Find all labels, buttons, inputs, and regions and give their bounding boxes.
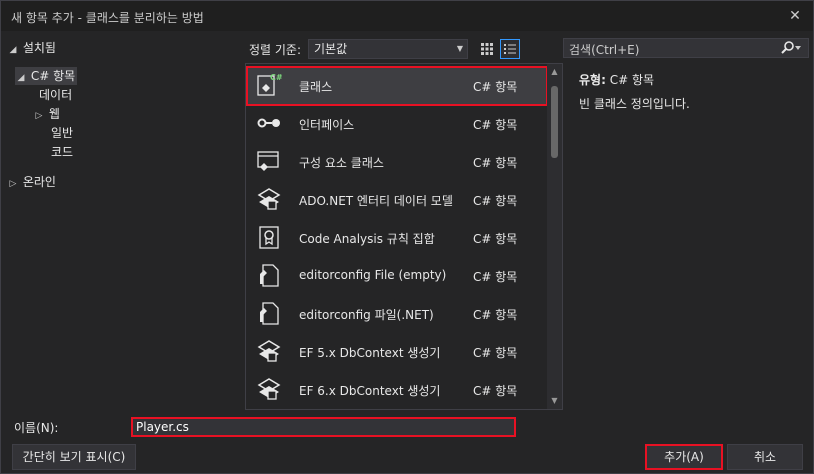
template-type: C# 항목	[473, 308, 518, 322]
list-item[interactable]: editorconfig File (empty) C# 항목	[246, 256, 548, 294]
tree-item-general[interactable]: 일반	[51, 124, 73, 142]
list-item[interactable]: EF 5.x DbContext 생성기 C# 항목	[246, 332, 548, 370]
tree-item-label: 코드	[51, 145, 74, 159]
template-name: editorconfig 파일(.NET)	[299, 308, 434, 322]
dbcontext-icon	[257, 378, 281, 400]
caret-collapsed-icon: ▷	[35, 111, 43, 121]
template-type: C# 항목	[473, 270, 518, 284]
chevron-down-icon: ▼	[456, 44, 463, 53]
name-input[interactable]: Player.cs	[131, 417, 516, 437]
name-label: 이름(N):	[14, 421, 59, 435]
scroll-thumb[interactable]	[551, 86, 558, 158]
details-pane: 유형: C# 항목 빈 클래스 정의입니다.	[564, 63, 812, 410]
template-type: C# 항목	[473, 156, 518, 170]
caret-expanded-icon: ◢	[17, 73, 25, 83]
cancel-button[interactable]: 취소	[727, 444, 803, 470]
close-icon[interactable]: ✕	[785, 6, 805, 26]
template-name: Code Analysis 규칙 집합	[299, 232, 435, 246]
tree-item-label: C# 항목	[30, 69, 76, 83]
category-tree: ◢ 설치됨 ◢ C# 항목 데이터 ▷ 웹 일반 코드 ▷ 온라인	[1, 35, 244, 405]
template-type: C# 항목	[473, 118, 518, 132]
list-view-icon	[504, 44, 516, 54]
template-name: 구성 요소 클래스	[299, 156, 384, 170]
tree-item-data[interactable]: 데이터	[39, 86, 72, 104]
tree-item-csharp[interactable]: ◢ C# 항목	[15, 67, 77, 85]
tree-item-label: 웹	[48, 107, 60, 121]
tree-item-online[interactable]: ▷ 온라인	[7, 173, 56, 191]
template-list: C# 클래스 C# 항목 인터페이스 C# 항목 구성 요소 클래스 C# 항목	[245, 63, 563, 410]
template-type: C# 항목	[473, 232, 518, 246]
search-input[interactable]: 검색(Ctrl+E)	[569, 41, 639, 58]
list-item[interactable]: 구성 요소 클래스 C# 항목	[246, 142, 548, 180]
compact-view-button[interactable]: 간단히 보기 표시(C)	[12, 444, 136, 470]
class-icon: C#	[257, 73, 282, 96]
interface-icon	[257, 118, 280, 128]
template-type: C# 항목	[473, 80, 518, 94]
template-type: C# 항목	[473, 384, 518, 398]
caret-collapsed-icon: ▷	[9, 179, 17, 189]
template-name: editorconfig File (empty)	[299, 268, 447, 282]
detail-description: 빈 클래스 정의입니다.	[579, 97, 690, 111]
add-button[interactable]: 추가(A)	[645, 444, 723, 470]
list-item[interactable]: EF 6.x DbContext 생성기 C# 항목	[246, 370, 548, 408]
list-item[interactable]: 인터페이스 C# 항목	[246, 104, 548, 142]
template-type: C# 항목	[473, 346, 518, 360]
list-scrollbar[interactable]: ▲ ▼	[547, 64, 562, 409]
template-name: EF 6.x DbContext 생성기	[299, 384, 441, 398]
sort-value: 기본값	[314, 42, 348, 56]
add-new-item-dialog: 새 항목 추가 - 클래스를 분리하는 방법 ✕ ◢ 설치됨 ◢ C# 항목 데…	[0, 0, 814, 474]
detail-type: 유형: C# 항목	[579, 71, 654, 88]
template-name: EF 5.x DbContext 생성기	[299, 346, 441, 360]
ruleset-icon	[259, 226, 279, 249]
sort-label: 정렬 기준:	[249, 43, 302, 57]
editorconfig-icon	[260, 302, 279, 325]
list-view-button[interactable]	[500, 39, 520, 59]
detail-type-label: 유형:	[579, 73, 606, 87]
list-item[interactable]: Code Analysis 규칙 집합 C# 항목	[246, 218, 548, 256]
editorconfig-icon	[260, 264, 279, 287]
component-class-icon	[257, 151, 279, 171]
tree-item-code[interactable]: 코드	[51, 143, 73, 161]
dbcontext-icon	[257, 340, 281, 362]
list-item[interactable]: ADO.NET 엔터티 데이터 모델 C# 항목	[246, 180, 548, 218]
template-name: ADO.NET 엔터티 데이터 모델	[299, 194, 453, 208]
tree-item-label: 설치됨	[22, 41, 56, 55]
detail-type-value: C# 항목	[609, 73, 655, 87]
grid-view-icon	[481, 43, 493, 55]
tree-item-label: 온라인	[22, 175, 56, 189]
tree-item-label: 데이터	[39, 88, 73, 102]
template-name: 인터페이스	[299, 118, 355, 132]
search-icon[interactable]	[780, 40, 802, 59]
window-title: 새 항목 추가 - 클래스를 분리하는 방법	[11, 11, 204, 25]
scroll-up-icon[interactable]: ▲	[547, 66, 562, 78]
tree-item-installed[interactable]: ◢ 설치됨	[7, 39, 56, 57]
tree-item-web[interactable]: ▷ 웹	[33, 105, 60, 123]
scroll-down-icon[interactable]: ▼	[547, 395, 562, 407]
sort-dropdown[interactable]: 기본값 ▼	[308, 39, 468, 59]
template-name: 클래스	[299, 80, 333, 94]
tree-item-label: 일반	[51, 126, 74, 140]
title-bar: 새 항목 추가 - 클래스를 분리하는 방법 ✕	[1, 1, 813, 31]
grid-view-button[interactable]	[477, 39, 497, 59]
list-item[interactable]: editorconfig 파일(.NET) C# 항목	[246, 294, 548, 332]
template-type: C# 항목	[473, 194, 518, 208]
caret-expanded-icon: ◢	[9, 45, 17, 55]
list-item[interactable]: C# 클래스 C# 항목	[246, 66, 548, 104]
entity-model-icon	[257, 188, 281, 210]
search-box[interactable]: 검색(Ctrl+E)	[563, 38, 809, 58]
svg-text:C#: C#	[270, 73, 282, 82]
